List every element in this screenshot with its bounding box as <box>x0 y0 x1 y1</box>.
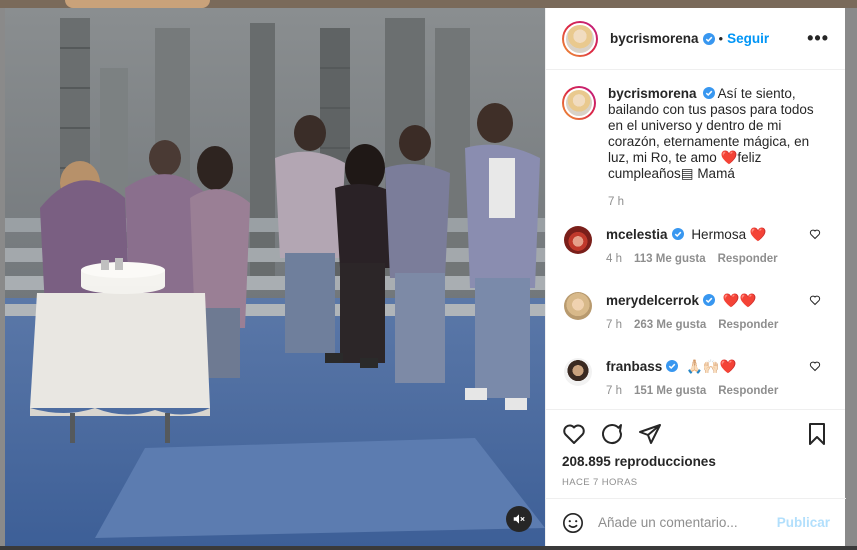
heart-icon[interactable] <box>562 422 586 446</box>
backdrop-top <box>0 0 857 8</box>
comment-username[interactable]: franbass <box>606 359 662 374</box>
caption-avatar[interactable] <box>562 86 596 120</box>
comment-username[interactable]: mcelestia <box>606 227 668 242</box>
caption-emoji: ▤ <box>680 166 694 181</box>
verified-icon <box>703 294 716 306</box>
reply-button[interactable]: Responder <box>718 319 778 331</box>
mute-button[interactable] <box>506 506 532 532</box>
post-header: bycrismorena • Seguir ••• <box>546 8 845 70</box>
comment-text: Hermosa <box>691 227 750 242</box>
verified-icon <box>702 32 715 45</box>
backdrop-thumbnail <box>65 0 210 8</box>
comment-item: mcelestia Hermosa ❤️ 4 h 113 Me gusta Resp… <box>562 226 829 268</box>
heart-icon[interactable] <box>809 228 821 240</box>
verified-icon <box>702 87 715 99</box>
post-actions <box>546 410 845 450</box>
follow-button[interactable]: Seguir <box>727 31 769 46</box>
heart-icon[interactable] <box>809 294 821 306</box>
comment-avatar[interactable] <box>564 358 592 386</box>
header-separator: • <box>718 31 724 46</box>
post-caption: bycrismorena Así te siento, bailando con… <box>562 86 829 210</box>
comment-icon[interactable] <box>600 422 624 446</box>
post-video[interactable] <box>5 8 545 546</box>
comment-emoji: ❤️❤️ <box>722 293 757 308</box>
caption-time[interactable]: 7 h <box>608 196 624 208</box>
comment-emoji: ❤️ <box>719 359 737 374</box>
emoji-icon[interactable] <box>562 512 584 534</box>
caption-username[interactable]: bycrismorena <box>608 86 697 101</box>
comment-avatar[interactable] <box>564 292 592 320</box>
comment-likes[interactable]: 113 Me gusta <box>634 253 706 265</box>
add-comment-bar: Publicar <box>546 498 846 546</box>
backdrop-bottom <box>0 546 857 550</box>
heart-icon[interactable] <box>809 360 821 372</box>
comment-time[interactable]: 7 h <box>606 319 622 331</box>
bookmark-icon[interactable] <box>805 422 829 446</box>
comments-list[interactable]: bycrismorena Así te siento, bailando con… <box>546 70 845 410</box>
author-username[interactable]: bycrismorena <box>610 31 699 46</box>
comment-username[interactable]: merydelcerrok <box>606 293 699 308</box>
reply-button[interactable]: Responder <box>718 253 778 265</box>
verified-icon <box>671 228 684 240</box>
mute-icon <box>513 514 525 524</box>
comment-avatar[interactable] <box>564 226 592 254</box>
comment-item: merydelcerrok ❤️❤️ 7 h 263 Me gusta Respon… <box>562 292 829 334</box>
share-icon[interactable] <box>638 422 662 446</box>
comment-emoji: ❤️ <box>749 227 767 242</box>
view-count[interactable]: 208.895 reproducciones <box>546 450 845 469</box>
caption-text-part-3: Mamá <box>693 166 735 181</box>
comment-likes[interactable]: 151 Me gusta <box>634 385 706 397</box>
heart-emoji: ❤️ <box>720 150 738 165</box>
verified-icon <box>666 360 679 372</box>
comment-text: 🙏🏻🙌🏻 <box>686 359 720 374</box>
reply-button[interactable]: Responder <box>718 385 778 397</box>
video-frame <box>5 8 545 546</box>
post-panel: bycrismorena • Seguir ••• bycrismorena A… <box>545 8 846 546</box>
comment-likes[interactable]: 263 Me gusta <box>634 319 706 331</box>
more-options-button[interactable]: ••• <box>807 28 829 49</box>
author-avatar[interactable] <box>562 20 598 57</box>
caption-text: bycrismorena Así te siento, bailando con… <box>608 86 829 182</box>
comment-time[interactable]: 7 h <box>606 385 622 397</box>
backdrop-right <box>846 8 857 546</box>
comment-time[interactable]: 4 h <box>606 253 622 265</box>
comment-item: franbass 🙏🏻🙌🏻❤️ 7 h 151 Me gusta Responder <box>562 358 829 400</box>
post-timestamp[interactable]: HACE 7 HORAS <box>546 469 845 488</box>
comment-input[interactable] <box>598 515 777 530</box>
post-comment-button[interactable]: Publicar <box>777 515 830 530</box>
